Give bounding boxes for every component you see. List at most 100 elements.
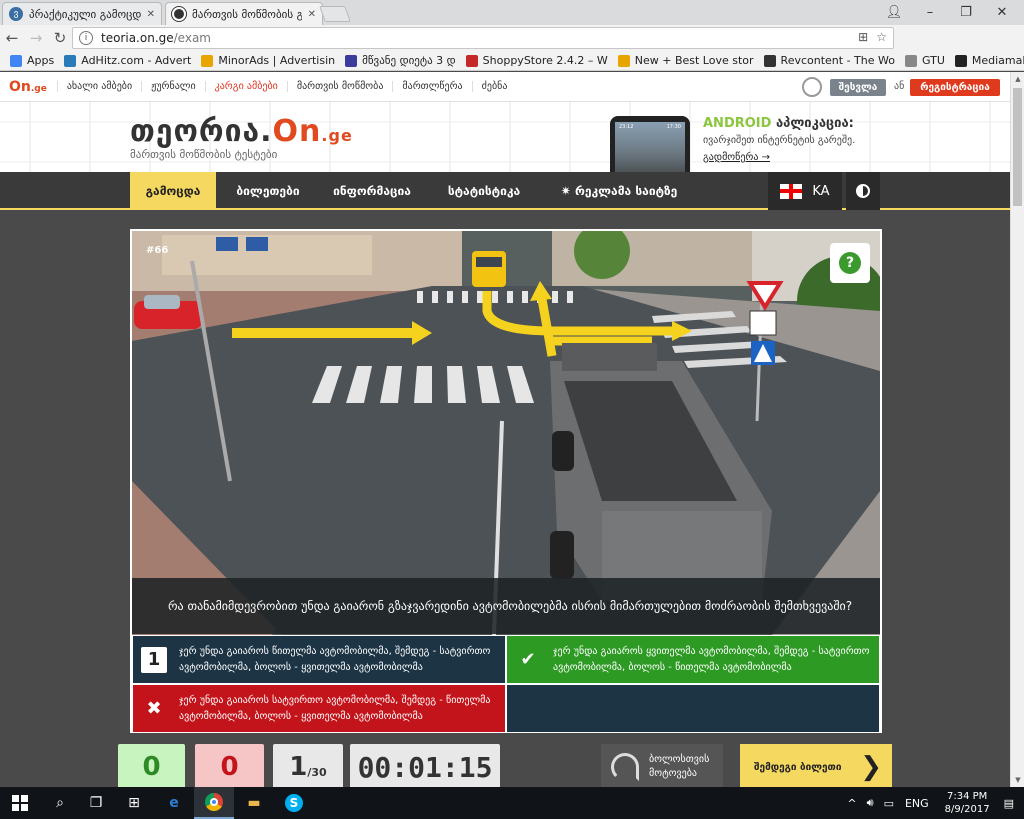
on-ge-logo[interactable]: On.ge (9, 79, 47, 95)
register-button[interactable]: რეგისტრაცია (910, 79, 1000, 96)
next-label: შემდეგი ბილეთი (754, 761, 842, 773)
georgian-flag-icon (780, 183, 803, 199)
apps-icon (10, 54, 22, 67)
input-language[interactable]: ENG (899, 797, 935, 810)
android-word: ANDROID (703, 116, 772, 131)
scroll-thumb[interactable] (1013, 88, 1022, 206)
answer-option-3[interactable]: ✖ ჯერ უნდა გაიაროს სატვირთო ავტომობილმა,… (132, 684, 506, 733)
language-selector[interactable]: KA (768, 172, 842, 210)
network-icon[interactable]: ▭ (879, 797, 899, 810)
store-icon[interactable]: ⊞ (114, 787, 154, 819)
tab-favicon-icon (172, 7, 186, 21)
bookmark-item[interactable]: AdHitz.com - Advert (64, 54, 191, 67)
close-icon[interactable]: ✕ (147, 9, 155, 20)
back-icon[interactable]: ← (0, 29, 24, 47)
on-ge-logo-suffix: .ge (30, 83, 47, 94)
bookmark-item[interactable]: მწვანე დიეტა 3 დ (345, 54, 456, 67)
bookmark-item[interactable]: ShoppyStore 2.4.2 – W (465, 54, 608, 67)
window-close-icon[interactable]: ✕ (984, 0, 1020, 25)
site-nav-link[interactable]: ჟურნალი (141, 81, 205, 92)
site-nav-link[interactable]: კარგი ამბები (204, 81, 287, 92)
skype-icon[interactable]: S (274, 787, 314, 819)
truck-wheel (552, 431, 574, 471)
exam-timer: 00:01:15 (350, 744, 500, 790)
scroll-up-icon[interactable]: ▲ (1011, 72, 1024, 86)
translate-icon[interactable]: ⊞ (858, 30, 868, 44)
skip-to-end-button[interactable]: ბოლოსთვის მოტოვება (601, 744, 723, 790)
new-tab-button[interactable] (319, 6, 351, 22)
bookmark-item[interactable]: Mediamall.GE (954, 54, 1024, 67)
volume-icon[interactable]: 🔊︎ (862, 796, 879, 810)
logo-prefix: თეორია. (130, 114, 273, 149)
bookmark-item[interactable]: Apps (10, 54, 54, 67)
contrast-toggle[interactable] (846, 172, 880, 210)
next-ticket-button[interactable]: შემდეგი ბილეთი ❯ (740, 744, 892, 790)
login-button[interactable]: შესვლა (830, 79, 886, 96)
answer-placeholder (506, 684, 880, 733)
menu-label: გამოცდა (145, 184, 201, 198)
clock[interactable]: 7:34 PM 8/9/2017 (935, 790, 1000, 816)
help-button[interactable]: ? (830, 243, 870, 283)
site-nav-link[interactable]: მართვის მოწმობა (286, 81, 393, 92)
android-phone-image[interactable]: 23:12 17:30 (610, 116, 690, 172)
play-icon (345, 54, 358, 67)
menu-advertising[interactable]: ✷ რეკლამა საიტზე (544, 172, 694, 210)
bookmark-item[interactable]: GTU (904, 54, 945, 67)
yellow-van (472, 251, 506, 287)
profile-icon[interactable]: 👤︎ (876, 0, 912, 25)
correct-count: 0 (118, 744, 185, 790)
clock-time: 7:34 PM (946, 791, 988, 802)
close-icon[interactable]: ✕ (308, 9, 316, 20)
tray-chevron-icon[interactable]: ^ (842, 797, 861, 810)
bookmark-item[interactable]: Revcontent - The Wo (763, 54, 895, 67)
edge-icon[interactable]: e (154, 787, 194, 819)
site-nav-link[interactable]: ახალი ამბები (56, 81, 142, 92)
bookmark-star-icon[interactable]: ☆ (876, 30, 887, 44)
file-explorer-icon[interactable]: ▬ (234, 787, 274, 819)
language-code: KA (812, 183, 830, 199)
notifications-icon[interactable]: ▤ (1000, 797, 1024, 810)
tagline: მართვის მოწმობის ტესტები (130, 148, 278, 161)
red-car-window (144, 295, 180, 309)
menu-information[interactable]: ინფორმაცია (318, 172, 426, 210)
chrome-icon[interactable] (194, 787, 234, 819)
task-view-icon[interactable]: ❐ (76, 787, 116, 819)
or-label: ან (894, 81, 905, 92)
main-menu: გამოცდა ბილეთები ინფორმაცია სტატისტიკა ✷… (0, 172, 1010, 210)
scroll-down-icon[interactable]: ▼ (1011, 773, 1024, 787)
url-host: teoria.on.ge (101, 31, 174, 45)
bookmark-item[interactable]: MinorAds | Advertisin (201, 54, 335, 67)
download-link[interactable]: გადმოწერა → (703, 152, 770, 163)
tab-practical-exam[interactable]: ვ პრაქტიკული გამოცდა ✕ (2, 2, 162, 25)
love-icon (617, 54, 630, 67)
answer-option-1[interactable]: 1 ჯერ უნდა გაიაროს წითელმა ავტომობილმა, … (132, 635, 506, 684)
answer-option-2[interactable]: ✔ ჯერ უნდა გაიაროს ყვითელმა ავტომობილმა,… (506, 635, 880, 684)
windows-logo-icon (12, 795, 28, 811)
search-icon[interactable]: ⌕ (40, 787, 80, 819)
windows-start-icon[interactable] (0, 787, 40, 819)
windows-taskbar: ⌕ ❐ ⊞ e ▬ S ^ 🔊︎ ▭ ENG 7:34 PM 8/9/2017 ▤ (0, 787, 1024, 819)
bookmark-label: Revcontent - The Wo (780, 54, 895, 67)
info-icon[interactable]: i (79, 31, 93, 45)
menu-exam[interactable]: გამოცდა (130, 172, 216, 210)
restore-icon[interactable]: ❐ (948, 0, 984, 25)
user-avatar-icon[interactable] (802, 77, 822, 97)
question-progress: 1/30 (273, 744, 343, 790)
site-header: თეორია.On.ge მართვის მოწმობის ტესტები 23… (0, 102, 1010, 172)
page-scrollbar[interactable]: ▲ ▼ (1010, 72, 1024, 787)
tab-driving-license[interactable]: მართვის მოწმობის გ ✕ (165, 2, 323, 25)
site-nav-link[interactable]: ძებნა (471, 81, 517, 92)
site-nav-link[interactable]: მართლწერა (392, 81, 472, 92)
minimize-icon[interactable]: – (912, 0, 948, 25)
teoria-logo[interactable]: თეორია.On.ge (130, 114, 353, 149)
bookmark-label: New + Best Love stor (634, 54, 754, 67)
menu-tickets[interactable]: ბილეთები (222, 172, 314, 210)
bookmark-item[interactable]: New + Best Love stor (617, 54, 754, 67)
address-bar[interactable]: i teoria.on.ge/exam ⊞ ☆ (72, 27, 894, 49)
forward-icon[interactable]: → (24, 29, 48, 47)
reload-icon[interactable]: ↻ (48, 29, 72, 47)
shoppy-icon (465, 54, 478, 67)
page-icon (904, 54, 917, 67)
answer-line: ჯერ უნდა გაიაროს ყვითელმა ავტომობილმა, შ… (553, 645, 870, 657)
menu-statistics[interactable]: სტატისტიკა (432, 172, 536, 210)
